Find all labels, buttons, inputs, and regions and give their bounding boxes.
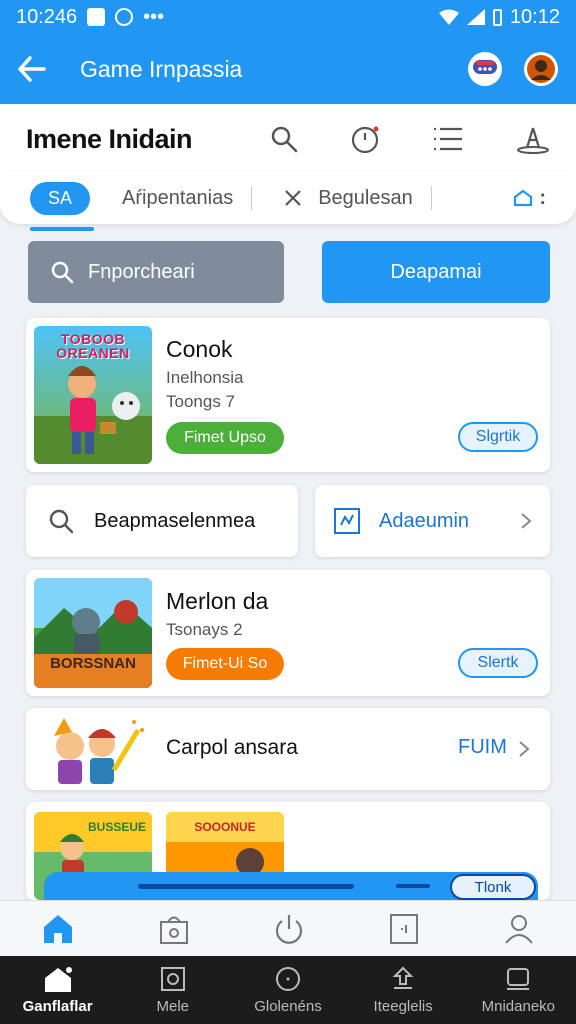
- search-shortcut-card[interactable]: Beapmaselenmea: [26, 485, 298, 557]
- sysnav-item-mnidaneko[interactable]: Mnidaneko: [463, 966, 573, 1015]
- app-notification-icon: [115, 8, 134, 26]
- game-thumbnail: TOBOOB OREANEN: [34, 326, 152, 464]
- tab-aripentanias[interactable]: Aŕipentanias: [122, 187, 233, 210]
- thumbnail-title: BUSSEUE: [87, 820, 146, 834]
- inbox-icon: [507, 967, 530, 990]
- page-title: Imene Inidain: [26, 123, 193, 154]
- avatar-icon: [527, 55, 555, 83]
- status-badge: Fimet Upso: [166, 422, 284, 454]
- tab-label: Aŕipentanias: [122, 186, 234, 209]
- sysnav-item-glolenens[interactable]: Glolenéns: [233, 966, 343, 1015]
- list-item-action[interactable]: FUIM: [458, 736, 507, 759]
- chat-bubble-icon: [473, 60, 497, 74]
- notification-icon: [87, 8, 106, 26]
- tab-more[interactable]: :: [513, 187, 546, 210]
- thumbnail-title: TOBOOB OREANEN: [56, 331, 130, 361]
- more-notifications-icon: •••: [143, 5, 165, 28]
- game-card[interactable]: TOBOOB OREANEN Conok Inelhonsia Toongs 7…: [26, 318, 550, 472]
- list-icon[interactable]: [432, 126, 464, 152]
- action-buttons-row: Fnporcheari Deapamai: [28, 241, 550, 303]
- search-icon[interactable]: [270, 125, 298, 153]
- add-shortcut-card[interactable]: Adaeumin: [315, 485, 550, 557]
- game-rating: Tsonays 2: [166, 620, 243, 639]
- game-title: Merlon da: [166, 588, 269, 614]
- primary-action-button[interactable]: Deapamai: [322, 241, 550, 303]
- profile-icon[interactable]: [504, 913, 534, 945]
- tab-divider: [251, 186, 253, 210]
- signal-icon: [466, 9, 485, 25]
- start-button[interactable]: Slgrtik: [458, 422, 538, 452]
- tab-divider: [430, 186, 432, 210]
- search-button-label: Fnporcheari: [88, 260, 195, 283]
- add-shortcut-label: Adaeumin: [379, 509, 470, 532]
- chevron-right-icon: [519, 741, 530, 757]
- app-title: Game Irnpassia: [80, 55, 243, 82]
- home-icon[interactable]: [42, 913, 74, 945]
- system-navigation: Ganflaflar Mele Glolenéns Iteeglelis Mni…: [0, 956, 576, 1024]
- sysnav-item-iteeglelis[interactable]: Iteeglelis: [348, 966, 458, 1015]
- sysnav-label: Iteeglelis: [373, 997, 433, 1015]
- circle-icon: [275, 966, 300, 991]
- timer-icon[interactable]: [350, 124, 380, 154]
- game-card[interactable]: BORSSNAN Merlon da Tsonays 2 Fimet-Ui So…: [26, 570, 550, 696]
- shopping-bag-icon[interactable]: [159, 913, 189, 945]
- bottom-navigation: [0, 900, 576, 956]
- sysnav-item-mele[interactable]: Mele: [118, 966, 228, 1015]
- game-rating: Toongs 7: [166, 392, 235, 411]
- game-thumbnail: BORSSNAN: [34, 578, 152, 688]
- sheet-indicator: [396, 884, 430, 888]
- sysnav-label: Mnidaneko: [481, 997, 556, 1015]
- app-bar: Game Irnpassia: [0, 34, 576, 104]
- home-icon: [44, 966, 72, 992]
- floating-bottom-sheet[interactable]: Tlonk: [44, 872, 538, 902]
- status-time: 10:246: [16, 5, 78, 28]
- sysnav-label: Mele: [156, 997, 190, 1015]
- search-shortcut-label: Beapmaselenmea: [94, 509, 256, 532]
- list-item[interactable]: Carpol ansara FUIM: [26, 708, 550, 790]
- start-button[interactable]: Slertk: [458, 648, 538, 678]
- list-item-thumbnail: [38, 710, 150, 788]
- status-bar: 10:246 ••• 10:12: [0, 0, 576, 34]
- sheet-action-button[interactable]: Tlonk: [450, 874, 536, 900]
- list-item-label: Carpol ansara: [166, 736, 298, 759]
- upload-icon: [392, 966, 414, 989]
- wifi-icon: [438, 9, 459, 25]
- more-dots-icon: :: [539, 186, 546, 209]
- chevron-right-icon: [521, 513, 532, 529]
- thumbnail-title: SOOONUE: [194, 820, 256, 834]
- back-arrow-icon[interactable]: [18, 56, 46, 82]
- tab-begulesan[interactable]: Begulesan: [284, 187, 413, 210]
- thumbnail-title: BORSSNAN: [50, 655, 136, 672]
- close-icon: [285, 190, 301, 206]
- section-header: Imene Inidain: [0, 104, 576, 174]
- chat-button[interactable]: [468, 52, 502, 86]
- gallery-icon: [160, 966, 185, 991]
- status-time-right: 10:12: [509, 5, 560, 28]
- game-controller-icon[interactable]: [516, 124, 550, 154]
- home-outline-icon: [514, 189, 533, 207]
- status-badge: Fimet-Ui So: [166, 648, 284, 680]
- sysnav-label: Glolenéns: [254, 997, 322, 1015]
- game-title: Conok: [166, 336, 233, 362]
- sysnav-item-home[interactable]: Ganflaflar: [3, 966, 113, 1015]
- battery-icon: [492, 8, 502, 26]
- game-category: Inelhonsia: [166, 368, 244, 387]
- tab-label: Begulesan: [318, 186, 413, 209]
- profile-avatar-button[interactable]: [524, 52, 558, 86]
- search-icon: [51, 261, 74, 284]
- document-icon[interactable]: [389, 913, 419, 945]
- sysnav-label: Ganflaflar: [22, 997, 93, 1015]
- add-square-icon: [334, 508, 360, 534]
- search-games-button[interactable]: Fnporcheari: [28, 241, 284, 303]
- search-icon: [49, 509, 74, 534]
- category-tabs: SA Aŕipentanias Begulesan :: [0, 172, 576, 231]
- tab-sa[interactable]: SA: [30, 181, 95, 231]
- power-icon[interactable]: [274, 913, 304, 945]
- sheet-handle[interactable]: [138, 884, 354, 889]
